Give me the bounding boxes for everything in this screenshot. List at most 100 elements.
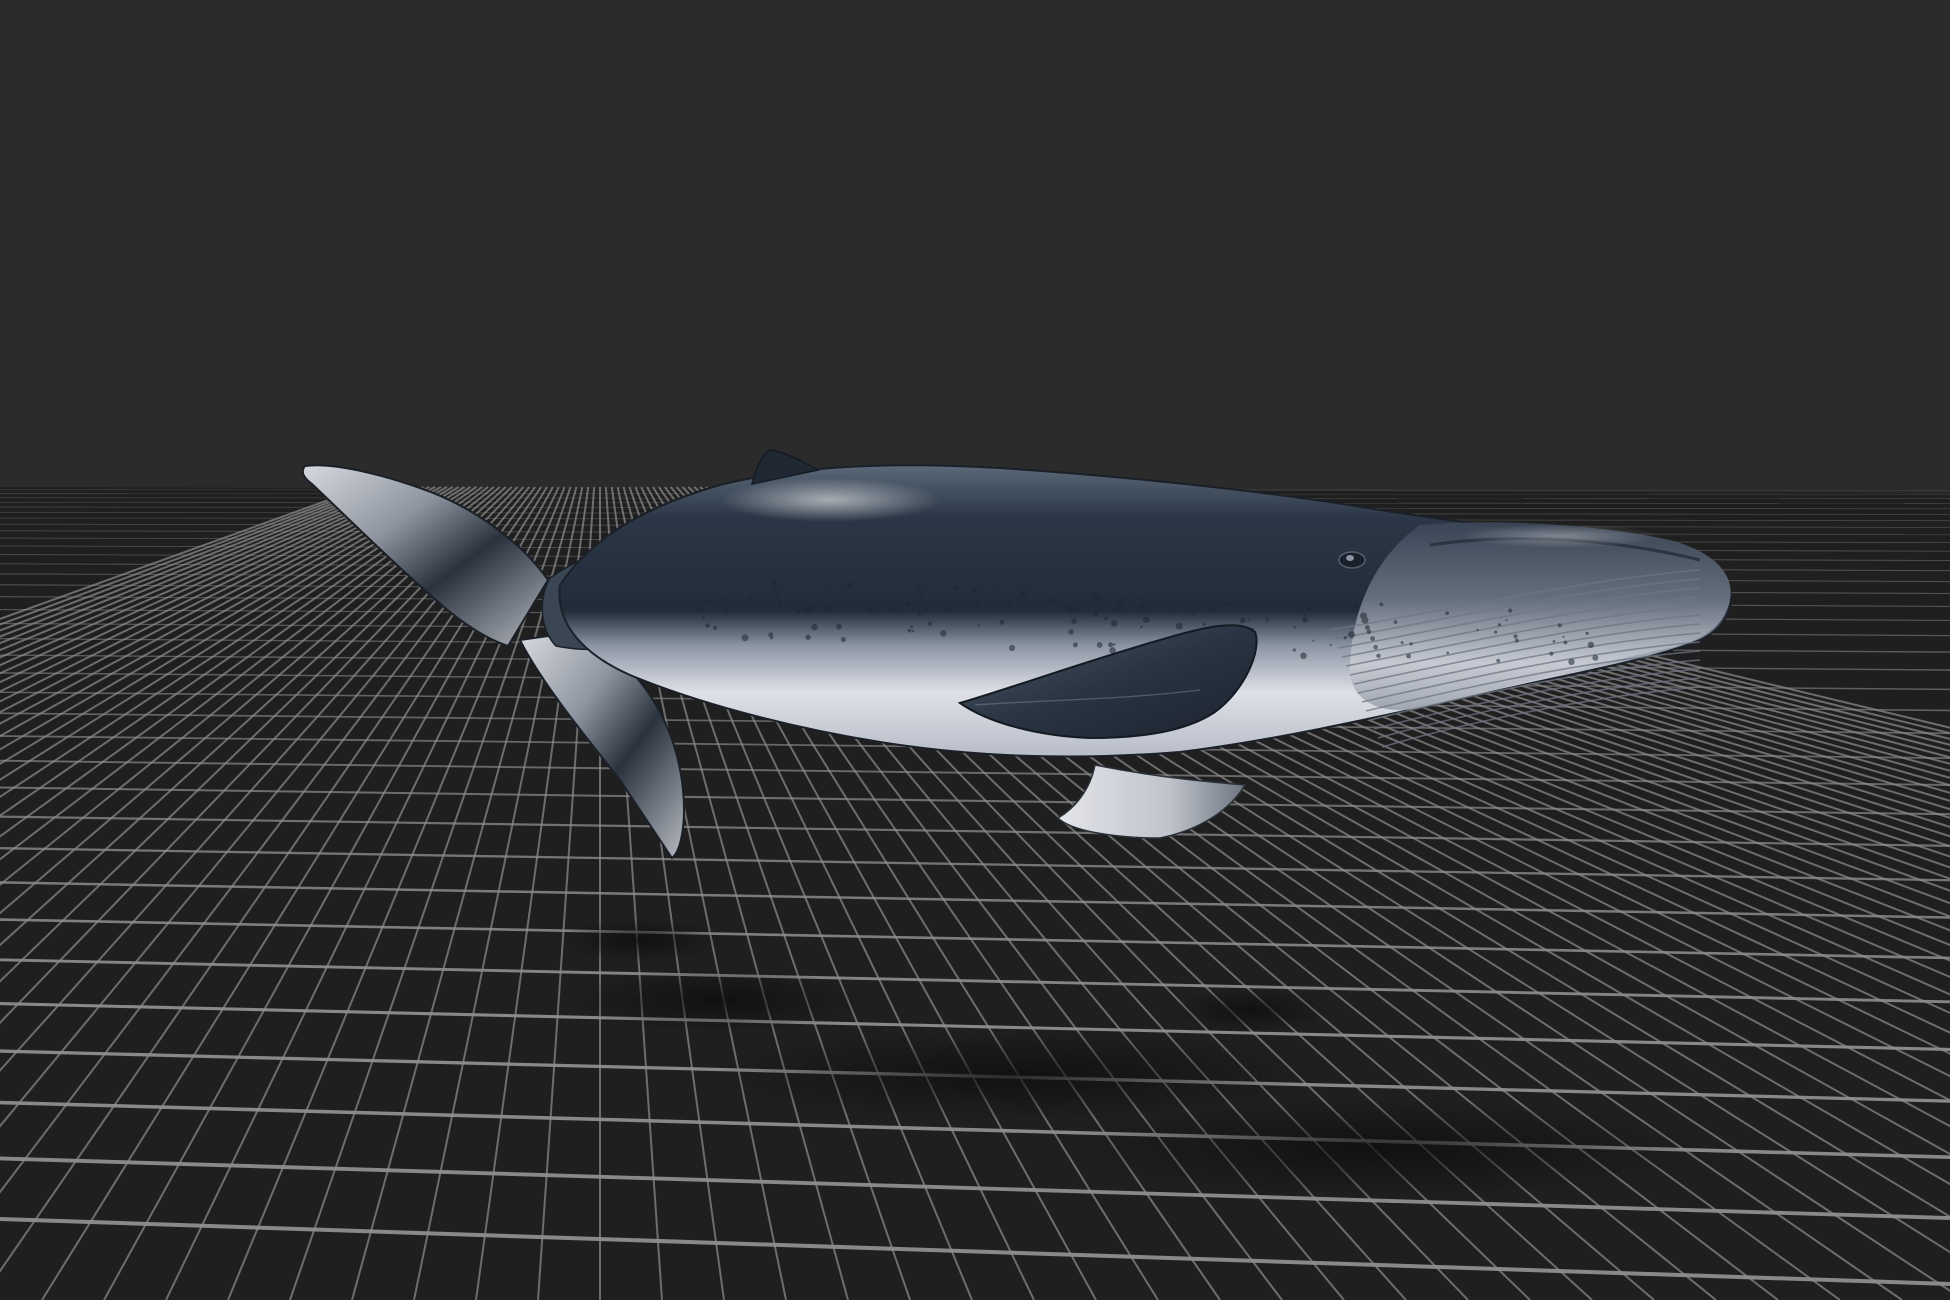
skin-spot bbox=[1224, 600, 1230, 607]
skin-spot bbox=[1379, 602, 1384, 607]
skin-spot bbox=[847, 581, 854, 588]
skin-spot bbox=[1568, 658, 1575, 665]
skin-spot bbox=[748, 594, 754, 600]
skin-spot bbox=[1400, 641, 1404, 645]
skin-spot bbox=[1140, 604, 1146, 610]
skin-spot bbox=[1514, 638, 1519, 643]
skin-spot bbox=[800, 601, 803, 604]
skin-spot bbox=[1007, 600, 1014, 607]
skin-spot bbox=[1202, 622, 1206, 626]
skin-spot bbox=[971, 587, 977, 593]
skin-spot bbox=[840, 636, 847, 643]
viewport-canvas[interactable] bbox=[0, 0, 1950, 1300]
skin-spot bbox=[1113, 643, 1116, 646]
skin-spot bbox=[1446, 651, 1450, 655]
skin-spot bbox=[1562, 635, 1565, 638]
skin-spot bbox=[1110, 620, 1118, 627]
skin-spot bbox=[719, 598, 724, 602]
skin-spot bbox=[975, 600, 981, 606]
skin-spot bbox=[1343, 636, 1348, 640]
skin-spot bbox=[1144, 617, 1150, 623]
skin-spot bbox=[1366, 629, 1372, 635]
skin-spot bbox=[1590, 644, 1593, 648]
skin-spot bbox=[1293, 626, 1297, 629]
skin-spot bbox=[910, 625, 913, 629]
skin-spot bbox=[1373, 644, 1378, 650]
skin-spot bbox=[1497, 623, 1502, 627]
skin-spot bbox=[1409, 642, 1413, 646]
skin-spot bbox=[1137, 595, 1142, 599]
whale-head-highlight bbox=[1460, 524, 1660, 548]
skin-spot bbox=[917, 610, 922, 616]
skin-spot bbox=[697, 607, 703, 612]
skin-spot bbox=[1445, 611, 1450, 615]
skin-spot bbox=[1376, 653, 1381, 658]
skin-spot bbox=[1140, 625, 1143, 629]
skin-spot bbox=[703, 599, 709, 605]
skin-spot bbox=[1557, 623, 1562, 628]
skin-spot bbox=[1173, 612, 1176, 615]
skin-spot bbox=[774, 589, 779, 595]
skin-spot bbox=[1071, 618, 1077, 624]
skin-spot bbox=[1329, 643, 1333, 647]
skin-spot bbox=[1068, 606, 1075, 614]
skin-spot bbox=[890, 606, 897, 613]
skin-spot bbox=[1513, 634, 1518, 639]
skin-spot bbox=[1115, 604, 1122, 611]
skin-spot bbox=[773, 584, 777, 588]
skin-spot bbox=[1393, 620, 1398, 624]
whale-eye-highlight bbox=[1346, 555, 1354, 561]
skin-spot bbox=[953, 585, 958, 590]
skin-spot bbox=[1505, 619, 1508, 622]
skin-spot bbox=[1592, 654, 1599, 661]
skin-spot bbox=[1239, 617, 1246, 624]
skin-spot bbox=[1301, 616, 1308, 623]
skin-spot bbox=[713, 625, 718, 630]
3d-model-viewport[interactable] bbox=[0, 0, 1950, 1300]
skin-spot bbox=[946, 606, 951, 611]
skin-spot bbox=[1476, 628, 1479, 631]
skin-spot bbox=[867, 607, 873, 613]
skin-spot bbox=[1585, 631, 1589, 636]
skin-spot bbox=[1265, 617, 1270, 622]
skin-spot bbox=[779, 602, 782, 605]
skin-spot bbox=[911, 629, 915, 633]
skin-spot bbox=[1190, 613, 1194, 616]
skin-spot bbox=[770, 636, 774, 640]
skin-spot bbox=[1108, 642, 1114, 648]
skin-spot bbox=[836, 623, 842, 630]
skin-spot bbox=[1494, 630, 1498, 634]
skin-spot bbox=[1365, 625, 1370, 630]
skin-spot bbox=[1351, 617, 1354, 620]
skin-spot bbox=[1009, 644, 1016, 652]
skin-spot bbox=[1406, 653, 1411, 659]
skin-spot bbox=[1289, 600, 1294, 605]
skin-spot bbox=[1307, 606, 1311, 610]
whale-specular-highlight bbox=[720, 478, 940, 522]
skin-spot bbox=[808, 603, 815, 610]
skin-spot bbox=[927, 621, 933, 626]
skin-spot bbox=[940, 630, 947, 637]
skin-spot bbox=[1104, 596, 1107, 599]
skin-spot bbox=[1248, 618, 1251, 621]
skin-spot bbox=[1292, 648, 1296, 652]
skin-spot bbox=[827, 590, 832, 595]
skin-spot bbox=[776, 593, 779, 597]
skin-spot bbox=[1119, 597, 1126, 604]
skin-spot bbox=[1303, 613, 1307, 617]
skin-spot bbox=[777, 598, 782, 603]
skin-spot bbox=[999, 619, 1005, 625]
skin-spot bbox=[1312, 639, 1315, 642]
skin-spot bbox=[744, 601, 749, 606]
skin-spot bbox=[917, 587, 922, 592]
skin-spot bbox=[1259, 600, 1264, 604]
skin-spot bbox=[724, 611, 728, 615]
skin-spot bbox=[996, 589, 999, 592]
skin-spot bbox=[977, 624, 980, 627]
skin-spot bbox=[702, 616, 705, 619]
skin-spot bbox=[741, 634, 749, 642]
skin-spot bbox=[1496, 658, 1501, 663]
skin-spot bbox=[1096, 642, 1103, 648]
skin-spot bbox=[1508, 608, 1513, 613]
skin-spot bbox=[796, 609, 801, 614]
